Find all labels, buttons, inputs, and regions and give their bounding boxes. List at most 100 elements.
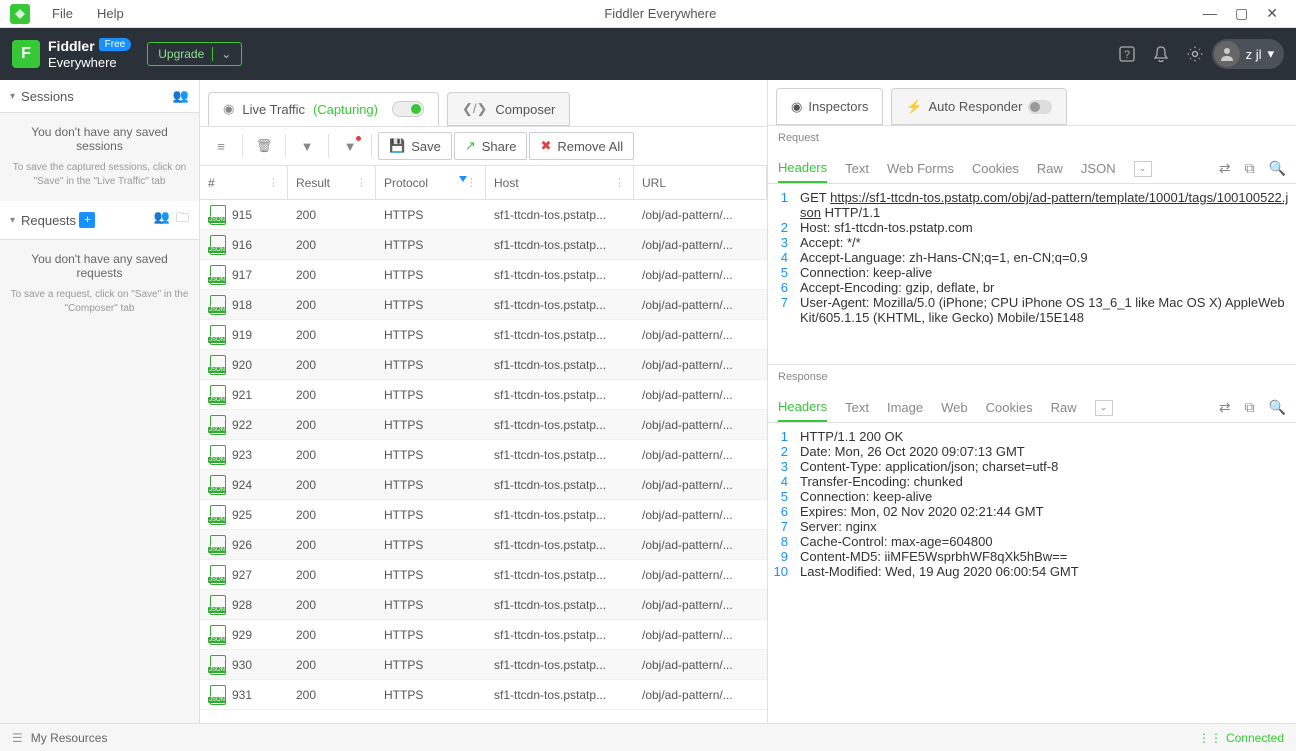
subtab-raw[interactable]: Raw [1051, 394, 1077, 421]
table-row[interactable]: 922200HTTPSsf1-ttcdn-tos.pstatp.../obj/a… [200, 410, 767, 440]
table-row[interactable]: 926200HTTPSsf1-ttcdn-tos.pstatp.../obj/a… [200, 530, 767, 560]
subtab-text[interactable]: Text [845, 394, 869, 421]
search-icon[interactable]: 🔍 [1269, 160, 1286, 177]
subtab-cookies[interactable]: Cookies [972, 155, 1019, 182]
toggle-view-icon[interactable]: ⇄ [1219, 160, 1231, 177]
inspect-icon: ◉ [791, 99, 802, 115]
col-protocol[interactable]: Protocol⋮ [376, 166, 486, 199]
tab-inspectors[interactable]: ◉ Inspectors [776, 88, 883, 125]
traffic-panel: ◉ Live Traffic (Capturing) ❮/❯ Composer … [200, 80, 768, 723]
sidebar-requests-header[interactable]: ▾ Requests + 👥 🗀 [0, 201, 199, 240]
table-row[interactable]: 917200HTTPSsf1-ttcdn-tos.pstatp.../obj/a… [200, 260, 767, 290]
response-code[interactable]: 1HTTP/1.1 200 OK2Date: Mon, 26 Oct 2020 … [768, 423, 1296, 723]
toolbar: ≡ 🗑 ▼ ▼ 💾Save ↗Share ✖Remove All [200, 126, 767, 166]
filter-icon[interactable]: ▼ [292, 131, 322, 161]
upgrade-button[interactable]: Upgrade ⌄ [147, 42, 242, 66]
svg-text:?: ? [1124, 49, 1130, 61]
add-request-icon[interactable]: + [79, 212, 95, 228]
save-icon: 💾 [389, 138, 405, 154]
json-icon [208, 235, 226, 255]
tab-composer[interactable]: ❮/❯ Composer [447, 92, 570, 126]
save-button[interactable]: 💾Save [378, 132, 452, 160]
json-icon [208, 475, 226, 495]
help-icon[interactable]: ? [1110, 37, 1144, 71]
logo-text: FiddlerFree Everywhere [48, 39, 131, 70]
json-icon [208, 445, 226, 465]
copy-icon[interactable]: ⧉ [1245, 160, 1255, 177]
maximize-icon[interactable]: ▢ [1235, 5, 1248, 22]
subtab-headers[interactable]: Headers [778, 393, 827, 422]
subtab-image[interactable]: Image [887, 394, 923, 421]
sidebar-sessions-header[interactable]: ▾ Sessions 👥 [0, 80, 199, 113]
stream-icon[interactable]: ≡ [206, 131, 236, 161]
json-icon [208, 205, 226, 225]
subtab-web[interactable]: Web [941, 394, 968, 421]
request-code[interactable]: 1GET https://sf1-ttcdn-tos.pstatp.com/ob… [768, 184, 1296, 364]
auto-responder-toggle[interactable] [1028, 100, 1052, 114]
json-icon [208, 625, 226, 645]
table-row[interactable]: 927200HTTPSsf1-ttcdn-tos.pstatp.../obj/a… [200, 560, 767, 590]
subtab-text[interactable]: Text [845, 155, 869, 182]
tab-auto-responder[interactable]: ⚡ Auto Responder [891, 88, 1067, 125]
chevron-down-icon[interactable]: ⌄ [212, 47, 231, 61]
subtab-raw[interactable]: Raw [1037, 155, 1063, 182]
menu-file[interactable]: File [40, 6, 85, 21]
table-row[interactable]: 923200HTTPSsf1-ttcdn-tos.pstatp.../obj/a… [200, 440, 767, 470]
subtab-cookies[interactable]: Cookies [986, 394, 1033, 421]
my-resources-link[interactable]: My Resources [31, 731, 108, 745]
table-row[interactable]: 925200HTTPSsf1-ttcdn-tos.pstatp.../obj/a… [200, 500, 767, 530]
connection-status: ⋮⋮ Connected [1198, 731, 1284, 745]
remove-all-button[interactable]: ✖Remove All [529, 132, 634, 160]
table-row[interactable]: 920200HTTPSsf1-ttcdn-tos.pstatp.../obj/a… [200, 350, 767, 380]
table-row[interactable]: 924200HTTPSsf1-ttcdn-tos.pstatp.../obj/a… [200, 470, 767, 500]
settings-icon[interactable] [1178, 37, 1212, 71]
copy-icon[interactable]: ⧉ [1245, 399, 1255, 416]
share-button[interactable]: ↗Share [454, 132, 528, 160]
col-result[interactable]: Result⋮ [288, 166, 376, 199]
col-url[interactable]: URL [634, 166, 767, 199]
json-icon [208, 655, 226, 675]
tab-live-traffic[interactable]: ◉ Live Traffic (Capturing) [208, 92, 439, 126]
subtab-json[interactable]: JSON [1081, 155, 1116, 182]
requests-empty: You don't have any saved requests To sav… [0, 240, 199, 328]
folder-icon[interactable]: 🗀 [176, 209, 189, 231]
table-row[interactable]: 919200HTTPSsf1-ttcdn-tos.pstatp.../obj/a… [200, 320, 767, 350]
capture-toggle[interactable] [392, 101, 424, 117]
free-badge: Free [99, 38, 132, 51]
subtab-web-forms[interactable]: Web Forms [887, 155, 954, 182]
table-row[interactable]: 921200HTTPSsf1-ttcdn-tos.pstatp.../obj/a… [200, 380, 767, 410]
table-row[interactable]: 930200HTTPSsf1-ttcdn-tos.pstatp.../obj/a… [200, 650, 767, 680]
json-icon [208, 685, 226, 705]
request-label: Request [768, 126, 1296, 150]
menu-help[interactable]: Help [85, 6, 136, 21]
expand-icon[interactable]: ⌄ [1095, 400, 1113, 416]
share-users-icon[interactable]: 👥 [154, 209, 170, 231]
close-icon[interactable]: ✕ [1266, 5, 1278, 22]
json-icon [208, 325, 226, 345]
col-host[interactable]: Host⋮ [486, 166, 634, 199]
grid-body[interactable]: 915200HTTPSsf1-ttcdn-tos.pstatp.../obj/a… [200, 200, 767, 723]
expand-icon[interactable]: ⌄ [1134, 161, 1152, 177]
col-num[interactable]: #⋮ [200, 166, 288, 199]
minimize-icon[interactable]: — [1203, 5, 1217, 22]
subtab-headers[interactable]: Headers [778, 154, 827, 183]
inspector-panel: ◉ Inspectors ⚡ Auto Responder Request He… [768, 80, 1296, 723]
request-url[interactable]: https://sf1-ttcdn-tos.pstatp.com/obj/ad-… [800, 190, 1288, 220]
table-row[interactable]: 918200HTTPSsf1-ttcdn-tos.pstatp.../obj/a… [200, 290, 767, 320]
hamburger-icon[interactable]: ☰ [12, 731, 23, 745]
code-icon: ❮/❯ [462, 101, 487, 117]
toggle-view-icon[interactable]: ⇄ [1219, 399, 1231, 416]
json-icon [208, 355, 226, 375]
delete-icon[interactable]: 🗑 [249, 131, 279, 161]
table-row[interactable]: 928200HTTPSsf1-ttcdn-tos.pstatp.../obj/a… [200, 590, 767, 620]
table-row[interactable]: 916200HTTPSsf1-ttcdn-tos.pstatp.../obj/a… [200, 230, 767, 260]
table-row[interactable]: 929200HTTPSsf1-ttcdn-tos.pstatp.../obj/a… [200, 620, 767, 650]
notifications-icon[interactable] [1144, 37, 1178, 71]
json-icon [208, 265, 226, 285]
user-menu[interactable]: z jl ▾ [1212, 39, 1284, 69]
filter-active-icon[interactable]: ▼ [335, 131, 365, 161]
table-row[interactable]: 915200HTTPSsf1-ttcdn-tos.pstatp.../obj/a… [200, 200, 767, 230]
share-users-icon[interactable]: 👥 [173, 88, 189, 104]
search-icon[interactable]: 🔍 [1269, 399, 1286, 416]
table-row[interactable]: 931200HTTPSsf1-ttcdn-tos.pstatp.../obj/a… [200, 680, 767, 710]
